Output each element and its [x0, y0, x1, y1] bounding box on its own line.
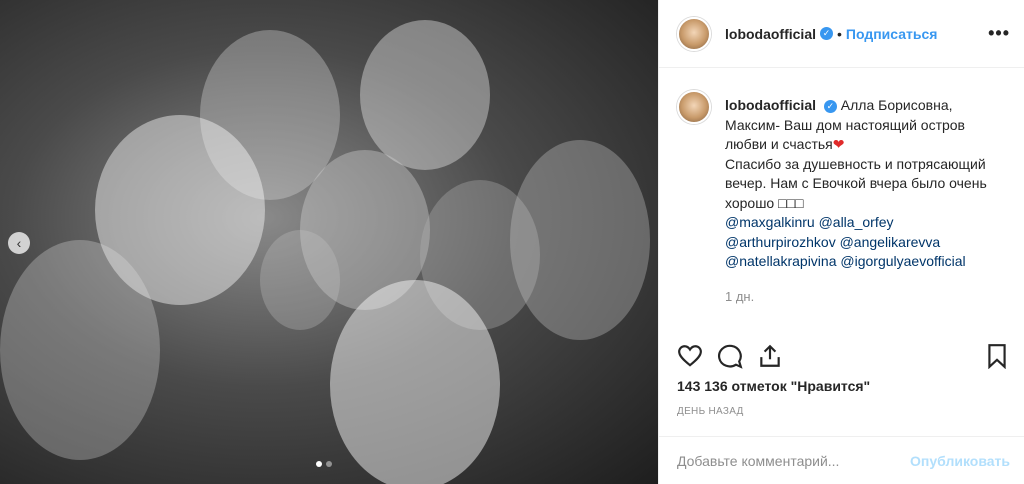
more-options-icon[interactable]: ••• — [988, 23, 1010, 44]
action-bar — [677, 339, 1010, 373]
verified-badge-icon: ✓ — [823, 99, 837, 113]
caption-username[interactable]: lobodaofficial — [725, 97, 816, 113]
mention-link[interactable]: @angelikarevva — [840, 234, 941, 250]
mention-link[interactable]: @arthurpirozhkov — [725, 234, 836, 250]
caption-text-2: Спасибо за душевность и потрясающий вече… — [725, 155, 987, 211]
caption-text: lobodaofficial ✓ Алла Борисовна, Максим-… — [725, 96, 1008, 306]
mention-link[interactable]: @natellakrapivina — [725, 253, 837, 269]
verified-badge-icon: ✓ — [820, 27, 833, 40]
header-username[interactable]: lobodaofficial — [725, 26, 816, 42]
carousel-prev-button[interactable]: ‹ — [8, 232, 30, 254]
heart-emoji-icon: ❤ — [832, 136, 845, 152]
post-date[interactable]: ДЕНЬ НАЗАД — [677, 406, 744, 417]
photo-shape — [360, 20, 490, 170]
caption-time[interactable]: 1 дн. — [725, 287, 1008, 307]
photo-shape — [510, 140, 650, 340]
likes-count[interactable]: 143 136 отметок "Нравится" — [677, 378, 870, 394]
post-header: lobodaofficial ✓ • Подписаться ••• — [659, 0, 1024, 68]
mention-link[interactable]: @alla_orfey — [819, 214, 894, 230]
carousel-dots — [316, 461, 332, 467]
mention-link[interactable]: @igorgulyaevofficial — [840, 253, 965, 269]
post-side-panel: lobodaofficial ✓ • Подписаться ••• lobod… — [658, 0, 1024, 484]
bookmark-icon[interactable] — [984, 343, 1010, 369]
comment-bubble-icon[interactable] — [717, 343, 743, 369]
publish-button[interactable]: Опубликовать — [910, 453, 1010, 469]
photo-shape — [260, 230, 340, 330]
photo-shape — [330, 280, 500, 484]
avatar[interactable] — [677, 90, 711, 124]
photo-shape — [0, 240, 160, 460]
add-comment-bar: Добавьте комментарий... Опубликовать — [659, 436, 1024, 484]
post-photo[interactable]: ‹ — [0, 0, 658, 484]
comment-input[interactable]: Добавьте комментарий... — [677, 453, 910, 469]
avatar[interactable] — [677, 16, 711, 51]
mention-link[interactable]: @maxgalkinru — [725, 214, 815, 230]
carousel-dot — [316, 461, 322, 467]
caption-block: lobodaofficial ✓ Алла Борисовна, Максим-… — [659, 68, 1024, 306]
share-icon[interactable] — [757, 343, 783, 369]
like-heart-icon[interactable] — [677, 343, 703, 369]
follow-button[interactable]: Подписаться — [846, 26, 938, 42]
header-separator: • — [837, 25, 842, 42]
carousel-dot — [326, 461, 332, 467]
